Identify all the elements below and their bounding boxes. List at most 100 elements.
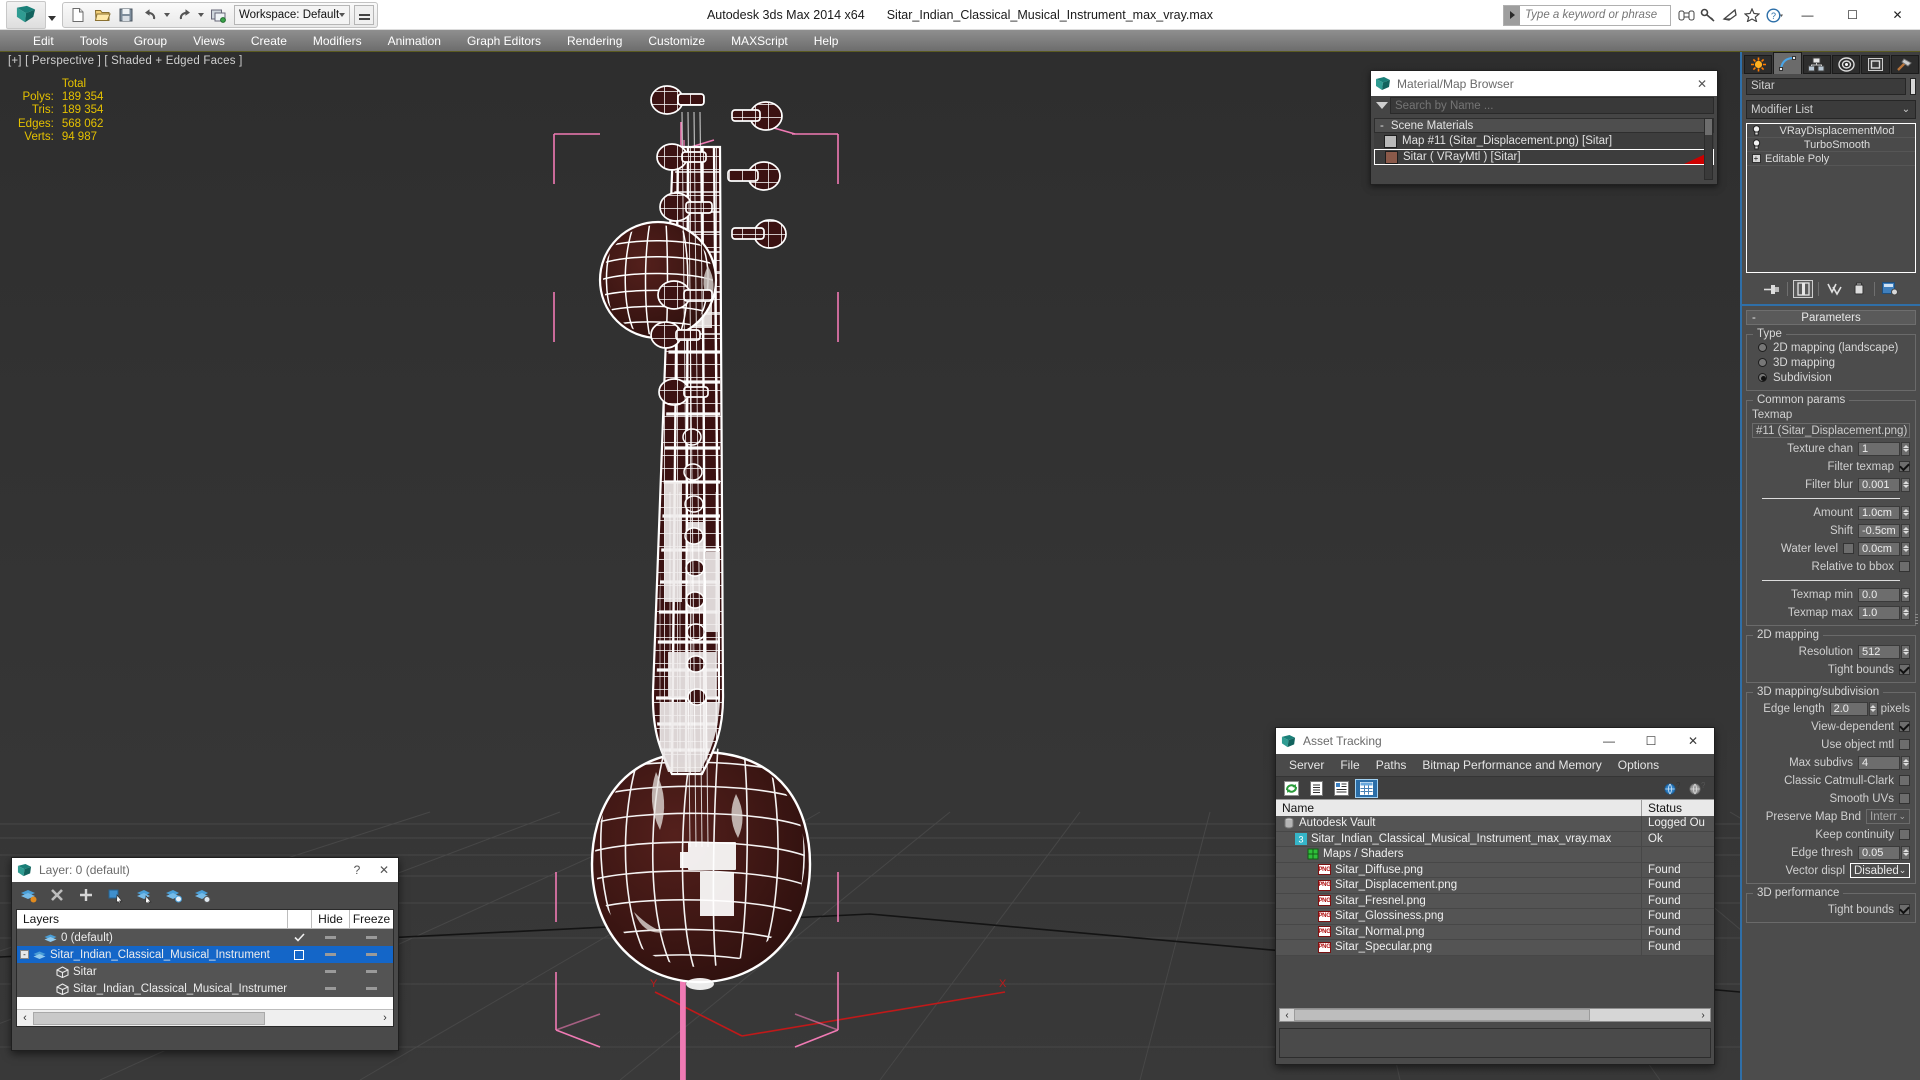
menu-item-animation[interactable]: Animation (375, 30, 454, 52)
redo-button[interactable] (172, 4, 196, 26)
list-view-button[interactable] (1305, 779, 1328, 798)
asset-tracking-minimize-button[interactable]: — (1588, 728, 1630, 754)
checkbox[interactable] (1899, 664, 1910, 675)
help-icon[interactable]: ? (1763, 3, 1785, 27)
at-menu-item-file[interactable]: File (1332, 754, 1367, 776)
material-row-map11[interactable]: Map #11 (Sitar_Displacement.png) [Sitar] (1374, 133, 1714, 149)
add-selection-to-layer-button[interactable] (76, 885, 96, 905)
command-panel[interactable]: Modifier List ⌄ VRayDisplacementMod Turb… (1740, 52, 1920, 1080)
scroll-left-arrow[interactable]: ‹ (1280, 1009, 1294, 1021)
infocenter[interactable] (1503, 4, 1671, 26)
checkbox[interactable] (1899, 904, 1910, 915)
layer-hscrollbar[interactable]: ‹ › (17, 1009, 393, 1026)
radio-3d-mapping[interactable]: 3D mapping (1758, 355, 1910, 370)
app-logo[interactable] (6, 0, 46, 29)
list-item[interactable]: - Sitar_Indian_Classical_Musical_Instrume… (17, 946, 393, 963)
table-row[interactable]: PNG Sitar_Fresnel.png Found (1276, 893, 1714, 909)
save-file-button[interactable] (114, 4, 138, 26)
freeze-cell[interactable] (349, 970, 393, 973)
open-file-button[interactable] (90, 4, 114, 26)
favorites-icon[interactable] (1741, 3, 1763, 27)
tab-display[interactable] (1861, 55, 1890, 74)
add-highlighted-objects-button[interactable] (163, 885, 183, 905)
column-header-status[interactable]: Status (1642, 800, 1714, 816)
subscription-center-icon[interactable] (1697, 3, 1719, 27)
value-input[interactable]: 1.0 (1858, 605, 1900, 620)
material-browser-close-button[interactable]: ✕ (1691, 73, 1713, 95)
menu-item-maxscript[interactable]: MAXScript (718, 30, 801, 52)
value-input[interactable]: 0.001 (1858, 477, 1900, 492)
minimize-button[interactable]: — (1785, 0, 1830, 30)
rollout-collapse-icon[interactable]: - (1752, 312, 1756, 324)
infocenter-expand-icon[interactable] (1504, 5, 1520, 25)
tab-motion[interactable] (1831, 55, 1861, 74)
value-input[interactable]: 0.0cm (1858, 541, 1900, 556)
spinner-control[interactable] (1901, 644, 1910, 659)
material-map-browser[interactable]: Material/Map Browser ✕ - Scene Materials… (1370, 70, 1718, 185)
vault-login-button[interactable]: ? (1660, 779, 1683, 798)
current-layer-cell[interactable] (287, 949, 311, 960)
viewport-label[interactable]: [+] [ Perspective ] [ Shaded + Edged Fac… (8, 55, 242, 67)
tab-utilities[interactable] (1890, 55, 1919, 74)
dropdown[interactable]: Interr ⌄ (1866, 809, 1910, 824)
refresh-button[interactable] (1280, 779, 1303, 798)
material-browser-scrollbar[interactable] (1704, 118, 1713, 180)
at-menu-item-bitmap-performance-and-memory[interactable]: Bitmap Performance and Memory (1414, 754, 1609, 776)
spinner-control[interactable] (1901, 541, 1910, 556)
parameters-rollout[interactable]: - Parameters Type 2D mapping (landscape)… (1746, 310, 1916, 923)
select-objects-in-layer-button[interactable] (105, 885, 125, 905)
hide-cell[interactable] (311, 953, 349, 956)
menu-item-help[interactable]: Help (801, 30, 852, 52)
search-icon[interactable] (1675, 3, 1697, 27)
column-header-name[interactable]: Name (1276, 800, 1642, 816)
table-row[interactable]: Autodesk Vault Logged Ou (1276, 816, 1714, 832)
spinner-control[interactable] (1868, 701, 1878, 716)
scroll-left-arrow[interactable]: ‹ (17, 1012, 33, 1024)
scroll-thumb[interactable] (1294, 1009, 1590, 1021)
panel-resize-gripper[interactable] (1914, 612, 1919, 634)
asset-tracking-hscrollbar[interactable]: ‹ › (1279, 1008, 1711, 1022)
layer-help-button[interactable]: ? (344, 858, 370, 882)
material-browser-menu-icon[interactable] (1374, 98, 1390, 114)
vault-logout-button[interactable]: ? (1685, 779, 1708, 798)
at-menu-item-paths[interactable]: Paths (1368, 754, 1415, 776)
at-menu-item-server[interactable]: Server (1281, 754, 1332, 776)
hide-cell[interactable] (311, 987, 349, 990)
radio-2d-mapping-landscape[interactable]: 2D mapping (landscape) (1758, 340, 1910, 355)
column-header-layers[interactable]: Layers (17, 910, 287, 928)
layer-dialog[interactable]: Layer: 0 (default) ? ✕ Layers Hide Freez… (11, 857, 399, 1051)
workspace-menu-button[interactable] (354, 4, 375, 25)
layer-rows[interactable]: 0 (default) - Sitar_Indian_Classical_Music… (17, 929, 393, 997)
menu-item-create[interactable]: Create (238, 30, 300, 52)
material-search-input[interactable] (1390, 97, 1714, 114)
modifier-stack[interactable]: VRayDisplacementMod TurboSmooth + Editab… (1746, 123, 1916, 273)
expand-plus-icon[interactable]: + (1747, 154, 1765, 163)
table-row[interactable]: PNG Sitar_Specular.png Found (1276, 940, 1714, 956)
table-view-button[interactable] (1355, 778, 1378, 798)
value-input[interactable]: 4 (1858, 755, 1900, 770)
close-button[interactable]: ✕ (1875, 0, 1920, 30)
checkbox[interactable] (1899, 461, 1910, 472)
undo-dropdown[interactable] (162, 4, 172, 26)
at-menu-item-options[interactable]: Options (1610, 754, 1667, 776)
asset-tracking-dialog[interactable]: Asset Tracking — ☐ ✕ Server File Paths Bitm… (1275, 727, 1715, 1065)
spinner-control[interactable] (1901, 587, 1910, 602)
scroll-right-arrow[interactable]: › (377, 1012, 393, 1024)
layer-properties-button[interactable] (192, 885, 212, 905)
stack-item-vraydisplacementmod[interactable]: VRayDisplacementMod (1747, 124, 1915, 138)
asset-tracking-maximize-button[interactable]: ☐ (1630, 728, 1672, 754)
value-input[interactable]: 0.0 (1858, 587, 1900, 602)
scroll-thumb[interactable] (33, 1011, 265, 1025)
freeze-cell[interactable] (349, 987, 393, 990)
menu-item-graph-editors[interactable]: Graph Editors (454, 30, 554, 52)
show-end-result-button[interactable] (1793, 280, 1813, 298)
object-name-input[interactable] (1746, 77, 1906, 95)
tab-hierarchy[interactable] (1802, 55, 1831, 74)
menu-item-group[interactable]: Group (121, 30, 180, 52)
freeze-cell[interactable] (349, 953, 393, 956)
remove-modifier-button[interactable] (1849, 280, 1869, 298)
configure-modifier-sets-button[interactable] (1880, 280, 1900, 298)
checkbox[interactable] (1899, 775, 1910, 786)
group-collapse-icon[interactable]: - (1380, 120, 1384, 132)
freeze-cell[interactable] (349, 936, 393, 939)
